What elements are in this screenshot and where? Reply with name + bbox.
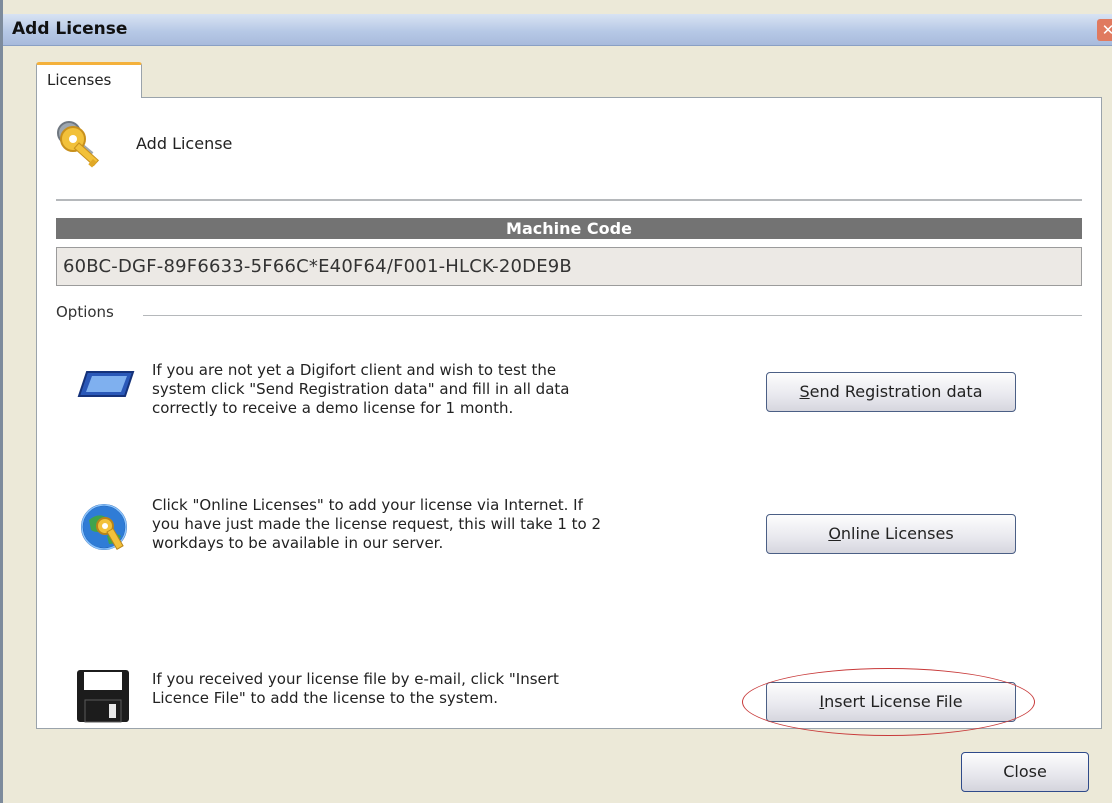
divider — [56, 199, 1082, 201]
description-line: Licence File" to add the license to the … — [152, 689, 499, 707]
accelerator-key: S — [799, 382, 810, 401]
machine-code-header: Machine Code — [56, 218, 1082, 239]
send-registration-button[interactable]: Send Registration data — [766, 372, 1016, 412]
keys-icon — [57, 121, 100, 168]
monitor-icon — [77, 371, 135, 397]
button-label: nsert License File — [824, 692, 963, 711]
machine-code-value: 60BC-DGF-89F6633-5F66C*E40F64/F001-HLCK-… — [63, 256, 572, 277]
close-button[interactable]: Close — [961, 752, 1089, 792]
online-licenses-description: Click "Online Licenses" to add your lice… — [152, 496, 752, 553]
button-label: nline Licenses — [840, 524, 954, 543]
machine-code-field[interactable]: 60BC-DGF-89F6633-5F66C*E40F64/F001-HLCK-… — [56, 247, 1082, 286]
button-label: end Registration data — [809, 382, 983, 401]
options-divider — [143, 315, 1082, 316]
description-line: If you received your license file by e-m… — [152, 670, 559, 688]
header-label: Add License — [136, 134, 233, 153]
description-line: system click "Send Registration data" an… — [152, 380, 570, 398]
window-close-icon[interactable]: ✕ — [1097, 19, 1112, 41]
tab-licenses-label: Licenses — [47, 71, 112, 89]
online-licenses-button[interactable]: Online Licenses — [766, 514, 1016, 554]
options-label: Options — [56, 303, 122, 321]
description-line: If you are not yet a Digifort client and… — [152, 361, 557, 379]
insert-license-description: If you received your license file by e-m… — [152, 670, 752, 708]
accelerator-key: O — [828, 524, 841, 543]
description-line: you have just made the license request, … — [152, 515, 602, 533]
send-registration-description: If you are not yet a Digifort client and… — [152, 361, 752, 418]
description-line: workdays to be available in our server. — [152, 534, 444, 552]
tab-licenses[interactable]: Licenses — [36, 62, 142, 98]
insert-license-file-button[interactable]: Insert License File — [766, 682, 1016, 722]
description-line: correctly to receive a demo license for … — [152, 399, 514, 417]
floppy-disk-icon — [77, 670, 129, 723]
machine-code-header-label: Machine Code — [506, 219, 632, 238]
description-line: Click "Online Licenses" to add your lice… — [152, 496, 583, 514]
add-license-window: Add License ✕ Licenses Add License Machi… — [0, 0, 1112, 803]
globe-key-icon — [81, 504, 127, 551]
title-bar[interactable]: Add License ✕ — [3, 14, 1112, 46]
window-title: Add License — [12, 19, 128, 39]
